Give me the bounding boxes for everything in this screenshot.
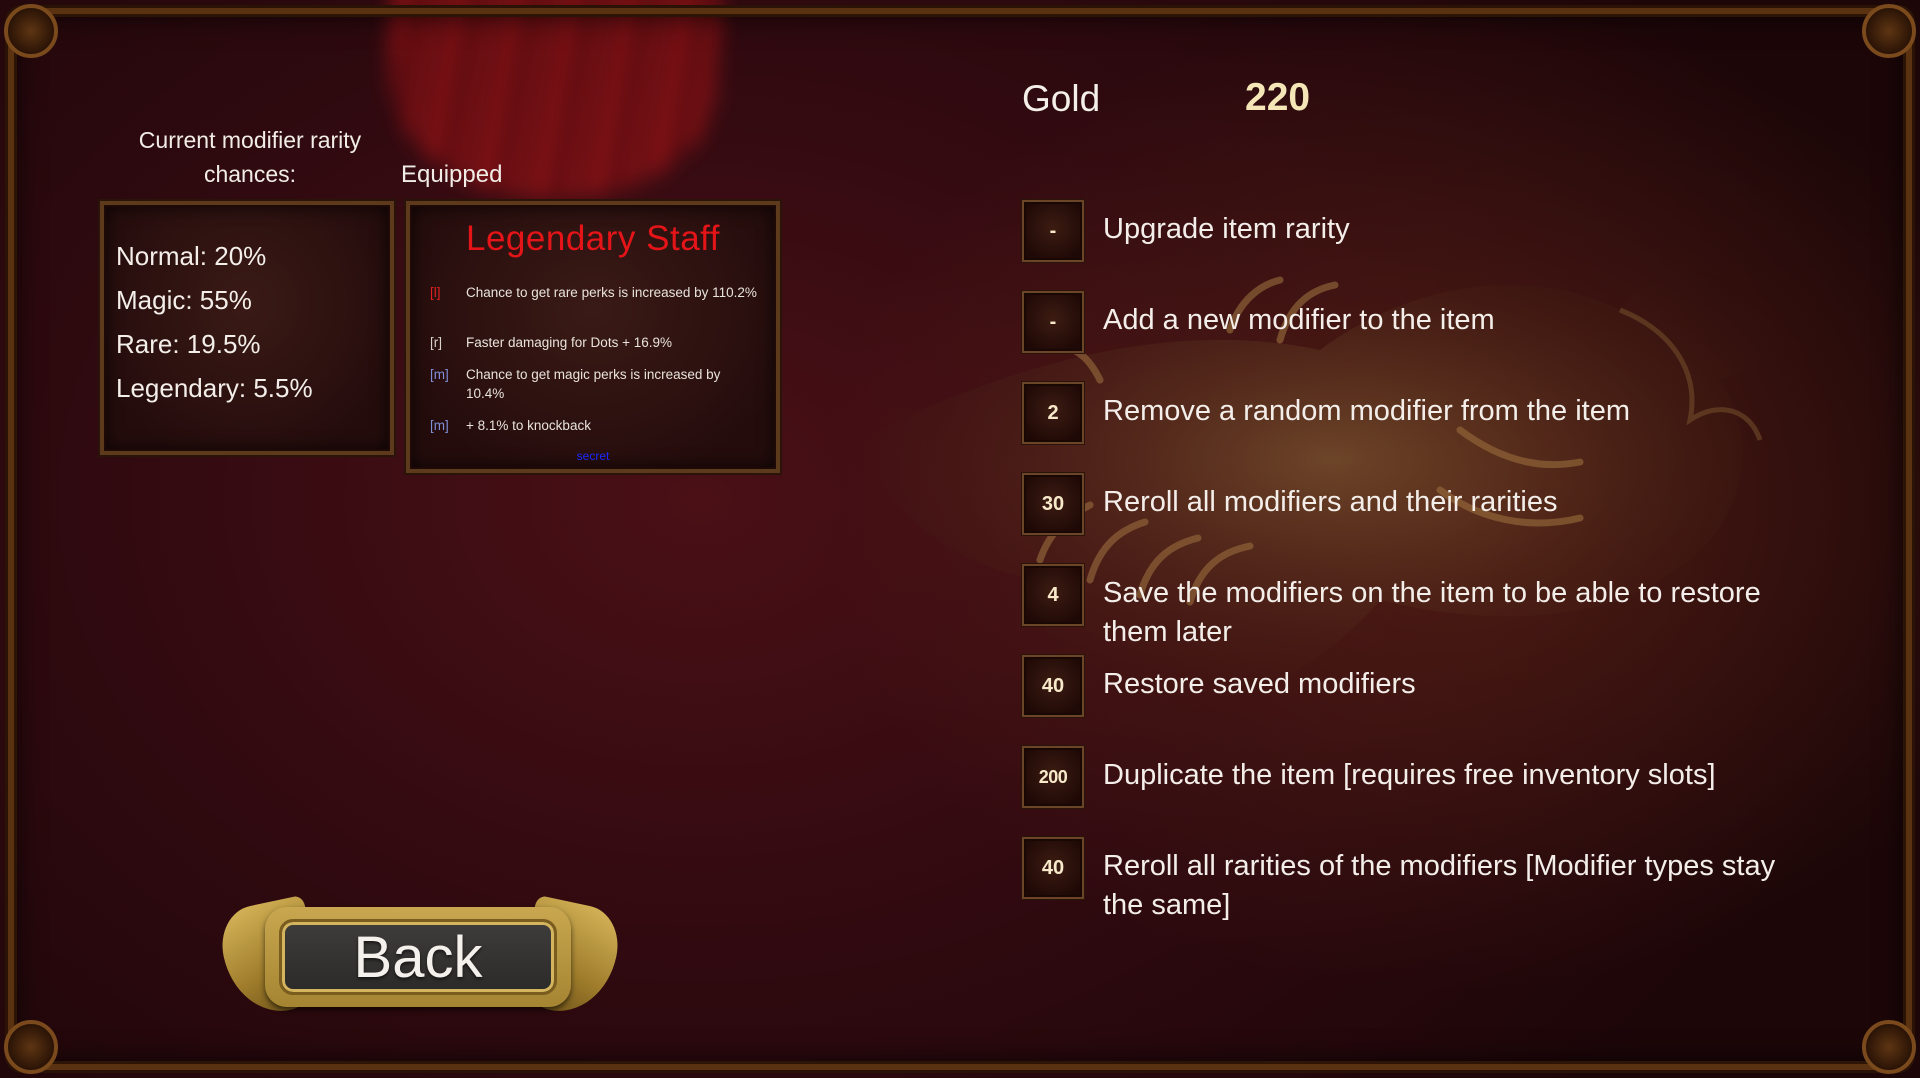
cost-badge: 40 [1022,655,1084,717]
frame-corner-ornament [1862,4,1916,58]
cost-badge: 4 [1022,564,1084,626]
cost-badge: 200 [1022,746,1084,808]
perk-text: Chance to get magic perks is increased b… [466,367,721,401]
gold-label: Gold [1022,78,1101,119]
item-perk: [m] + 8.1% to knockback [430,416,760,435]
perk-rarity-tag: [m] [430,418,449,433]
item-perk: [r] Faster damaging for Dots + 16.9% [430,333,760,352]
action-label: Reroll all rarities of the modifiers [Mo… [1103,850,1776,921]
perk-text: Faster damaging for Dots + 16.9% [466,335,672,350]
perk-rarity-tag: [m] [430,367,449,382]
perk-rarity-tag: [l] [430,285,441,300]
action-label: Duplicate the item [requires free invent… [1103,759,1716,791]
cost-badge: - [1022,291,1084,353]
frame-corner-ornament [4,4,58,58]
item-perk: [l] Chance to get rare perks is increase… [430,283,760,302]
cost-badge: 2 [1022,382,1084,444]
back-button-label: Back [353,924,483,990]
perk-text: + 8.1% to knockback [466,418,591,433]
action-label: Reroll all modifiers and their rarities [1103,486,1558,518]
action-label: Upgrade item rarity [1103,213,1350,245]
item-perk: [m] Chance to get magic perks is increas… [430,365,760,403]
cost-badge: 30 [1022,473,1084,535]
cost-badge: 40 [1022,837,1084,899]
cost-badge: - [1022,200,1084,262]
gold-amount: 220 [1245,76,1311,119]
action-label: Add a new modifier to the item [1103,304,1495,336]
item-name: Legendary Staff [466,219,720,258]
rarity-magic: Magic: 55% [116,285,252,315]
back-button[interactable]: Back [214,893,626,1023]
action-label: Restore saved modifiers [1103,668,1416,700]
back-button-inner: Back [279,919,557,995]
rarity-normal: Normal: 20% [116,241,267,271]
item-upgrade-screen: Current modifier rarity chances: Normal:… [0,0,1920,1078]
frame-corner-ornament [4,1020,58,1074]
rarity-chances-title: Current modifier rarity chances: [138,127,362,187]
rarity-legendary: Legendary: 5.5% [116,373,313,403]
perk-text: Chance to get rare perks is increased by… [466,285,757,300]
action-label: Remove a random modifier from the item [1103,395,1631,427]
frame-corner-ornament [1862,1020,1916,1074]
action-label: Save the modifiers on the item to be abl… [1103,577,1761,648]
secret-label: secret [576,449,610,463]
equipped-label: Equipped [401,161,503,188]
rarity-rare: Rare: 19.5% [116,329,261,359]
equipped-item-card[interactable]: Legendary Staff [l] Chance to get rare p… [406,201,780,473]
back-button-plate: Back [265,907,571,1007]
perk-rarity-tag: [r] [430,335,442,350]
rarity-chances-panel: Normal: 20% Magic: 55% Rare: 19.5% Legen… [100,201,394,455]
